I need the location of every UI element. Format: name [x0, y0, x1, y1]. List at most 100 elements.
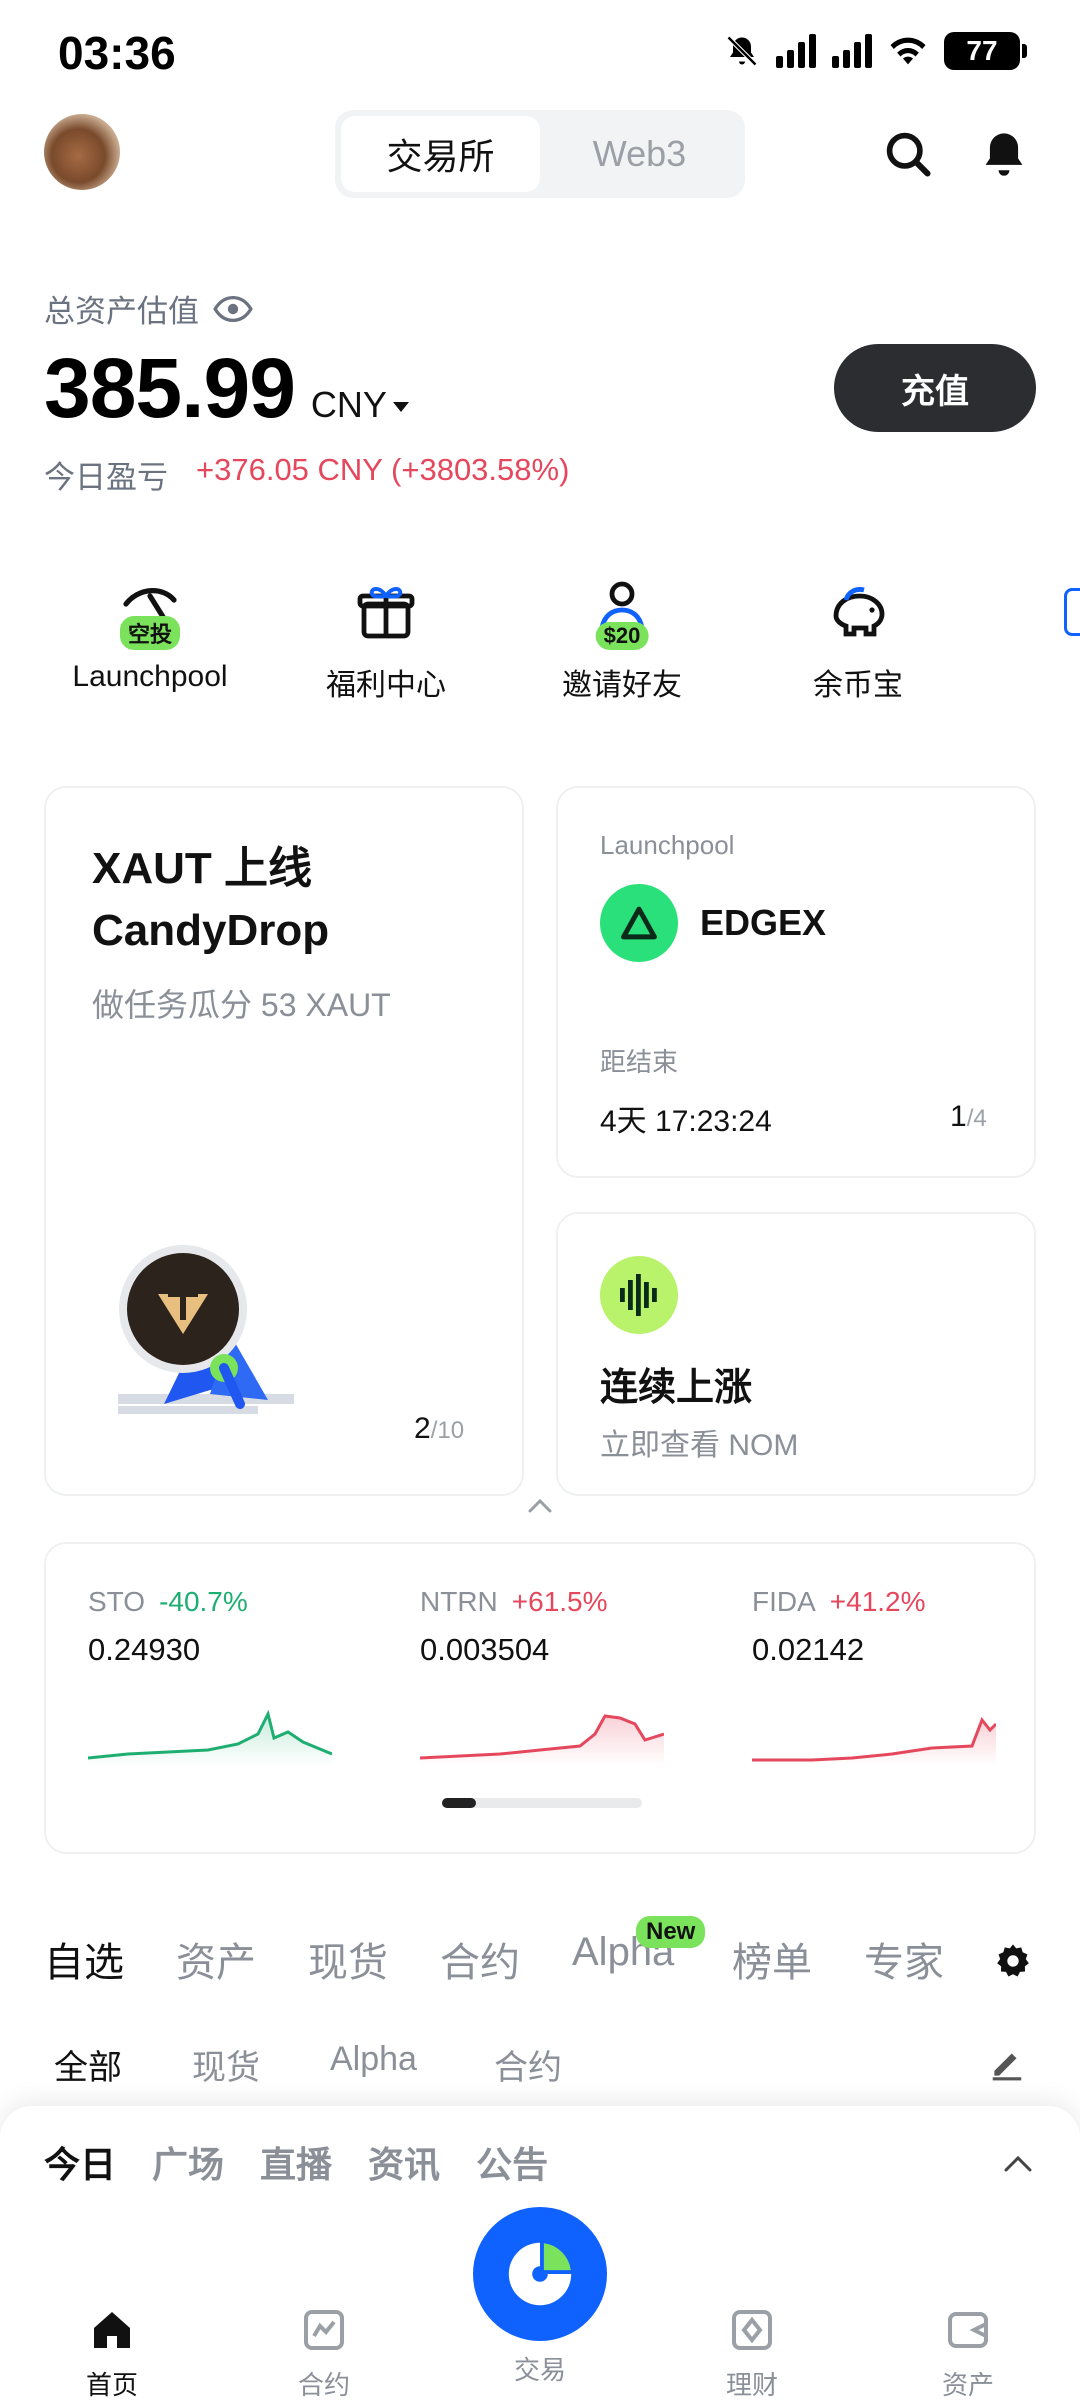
- promo-pager: 2/10: [414, 1412, 464, 1446]
- chevron-up-icon[interactable]: [526, 1496, 554, 1516]
- token-name: EDGEX: [700, 902, 827, 943]
- quick-next-icon[interactable]: [1064, 588, 1080, 636]
- deposit-button[interactable]: 充值: [834, 344, 1036, 432]
- quick-actions: 空投 Launchpool 福利中心 $20 邀请好友 余币宝: [0, 572, 1080, 712]
- status-time: 03:36: [58, 27, 176, 79]
- quick-rewards-center[interactable]: 福利中心: [286, 572, 486, 704]
- eye-icon[interactable]: [213, 295, 253, 322]
- gift-icon: [346, 572, 426, 652]
- nav-label: 理财: [725, 2370, 778, 2400]
- news-tab-news[interactable]: 资讯: [368, 2136, 440, 2188]
- ticker-strip: STO -40.7% 0.24930 NTRN +61.5% 0.003504 FI…: [44, 1542, 1036, 1854]
- launchpool-token: EDGEX: [600, 884, 826, 962]
- quick-savings[interactable]: 余币宝: [758, 572, 958, 704]
- quick-label: 邀请好友: [562, 669, 682, 702]
- ticker-price: 0.24930: [88, 1632, 201, 1667]
- earn-icon: [732, 2310, 772, 2350]
- pickaxe-icon: 空投: [110, 572, 190, 652]
- nav-assets[interactable]: 资产: [898, 2306, 1038, 2400]
- news-tab-live[interactable]: 直播: [260, 2136, 332, 2188]
- ticker-scroll-indicator: [442, 1798, 642, 1808]
- tab-experts[interactable]: 专家: [864, 1930, 944, 1988]
- wifi-icon: [890, 37, 926, 65]
- new-badge: New: [636, 1916, 706, 1948]
- nav-trade-label: 交易: [513, 2355, 566, 2385]
- avatar[interactable]: [44, 114, 120, 190]
- trade-button[interactable]: [473, 2207, 607, 2341]
- quick-invite-friends[interactable]: $20 邀请好友: [522, 572, 722, 704]
- quick-launchpool[interactable]: 空投 Launchpool: [50, 572, 250, 694]
- currency-selector[interactable]: CNY: [311, 384, 409, 426]
- pager-current: 1: [950, 1100, 967, 1133]
- pager-total: /10: [430, 1417, 465, 1444]
- tether-medal-icon: [118, 1245, 294, 1414]
- launchpool-label: Launchpool: [600, 830, 735, 860]
- nav-futures[interactable]: 合约: [254, 2306, 394, 2400]
- tab-alpha[interactable]: Alpha New: [572, 1916, 706, 1975]
- reward-badge: $20: [595, 622, 649, 650]
- tab-assets[interactable]: 资产: [176, 1930, 256, 1988]
- pnl-label: 今日盈亏: [44, 460, 168, 495]
- edit-pencil-icon[interactable]: [988, 2044, 1026, 2082]
- tab-favorites[interactable]: 自选: [44, 1930, 124, 1988]
- subtab-all[interactable]: 全部: [54, 2040, 122, 2089]
- total-assets-text: 总资产估值: [44, 294, 199, 329]
- ticker-symbol: FIDA: [752, 1586, 816, 1617]
- chart-box-icon: [304, 2310, 344, 2350]
- ticker-price: 0.02142: [752, 1632, 865, 1667]
- rise-subtitle: 立即查看 NOM: [600, 1429, 799, 1462]
- home-icon: [94, 2312, 130, 2348]
- subtab-futures[interactable]: 合约: [494, 2040, 562, 2089]
- subtab-alpha[interactable]: Alpha: [330, 2040, 417, 2079]
- promo-subtitle: 做任务瓜分 53 XAUT: [92, 987, 391, 1023]
- total-assets-label: 总资产估值: [44, 286, 253, 331]
- nav-earn[interactable]: 理财: [682, 2306, 822, 2400]
- tab-exchange[interactable]: 交易所: [341, 116, 540, 192]
- nav-label: 首页: [85, 2370, 138, 2400]
- countdown-value: 4天 17:23:24: [600, 1105, 772, 1138]
- ticker-fida[interactable]: FIDA +41.2% 0.02142: [752, 1586, 1012, 1668]
- nav-label: 合约: [297, 2370, 350, 2400]
- pager-total: /4: [966, 1105, 987, 1132]
- search-icon[interactable]: [882, 128, 934, 180]
- continuous-rise-card[interactable]: 连续上涨 立即查看 NOM: [556, 1212, 1036, 1496]
- trade-logo-icon: [508, 2242, 572, 2306]
- status-icons: 77: [724, 32, 1027, 70]
- user-icon: $20: [582, 572, 662, 652]
- piggy-bank-icon: [818, 572, 898, 652]
- news-tab-square[interactable]: 广场: [152, 2136, 224, 2188]
- nav-home[interactable]: 首页: [42, 2306, 182, 2400]
- news-tabs: 今日 广场 直播 资讯 公告: [44, 2136, 548, 2188]
- chevron-up-icon[interactable]: [1002, 2154, 1034, 2174]
- ticker-change: -40.7%: [159, 1586, 248, 1617]
- ticker-sto[interactable]: STO -40.7% 0.24930: [88, 1586, 348, 1668]
- assets-amount: 385.99: [44, 341, 296, 435]
- tab-rankings[interactable]: 榜单: [732, 1930, 812, 1988]
- promo-title-line1: XAUT 上线: [92, 844, 312, 893]
- ticker-ntrn[interactable]: NTRN +61.5% 0.003504: [420, 1586, 680, 1668]
- sub-tabs: 全部 现货 Alpha 合约: [44, 2034, 1044, 2094]
- tab-spot[interactable]: 现货: [308, 1930, 388, 1988]
- pager-current: 2: [414, 1412, 431, 1445]
- nav-label: 资产: [941, 2370, 994, 2400]
- news-tab-announcements[interactable]: 公告: [476, 2136, 548, 2188]
- tab-web3[interactable]: Web3: [540, 116, 739, 192]
- exchange-web3-switch: 交易所 Web3: [335, 110, 745, 198]
- promo-card-candydrop[interactable]: XAUT 上线 CandyDrop 做任务瓜分 53 XAUT 2/10: [44, 786, 524, 1496]
- promo-title-line2: CandyDrop: [92, 906, 330, 955]
- edgex-logo-icon: [600, 884, 678, 962]
- notification-bell-icon[interactable]: [978, 128, 1030, 180]
- sparkline-sto: [88, 1709, 332, 1766]
- news-tab-today[interactable]: 今日: [44, 2136, 116, 2188]
- ticker-change: +61.5%: [511, 1586, 608, 1617]
- pnl-value: +376.05 CNY (+3803.58%): [196, 452, 570, 487]
- tab-futures[interactable]: 合约: [440, 1930, 520, 1988]
- quick-label: Launchpool: [72, 660, 228, 693]
- today-pnl: 今日盈亏 +376.05 CNY (+3803.58%): [44, 452, 569, 497]
- settings-gear-icon[interactable]: [994, 1942, 1032, 1980]
- launchpool-card[interactable]: Launchpool EDGEX 距结束 4天 17:23:24 1/4: [556, 786, 1036, 1178]
- subtab-spot[interactable]: 现货: [192, 2040, 260, 2089]
- top-header: 交易所 Web3: [0, 110, 1080, 200]
- battery-indicator: 77: [944, 32, 1027, 70]
- wallet-icon: [948, 2312, 988, 2348]
